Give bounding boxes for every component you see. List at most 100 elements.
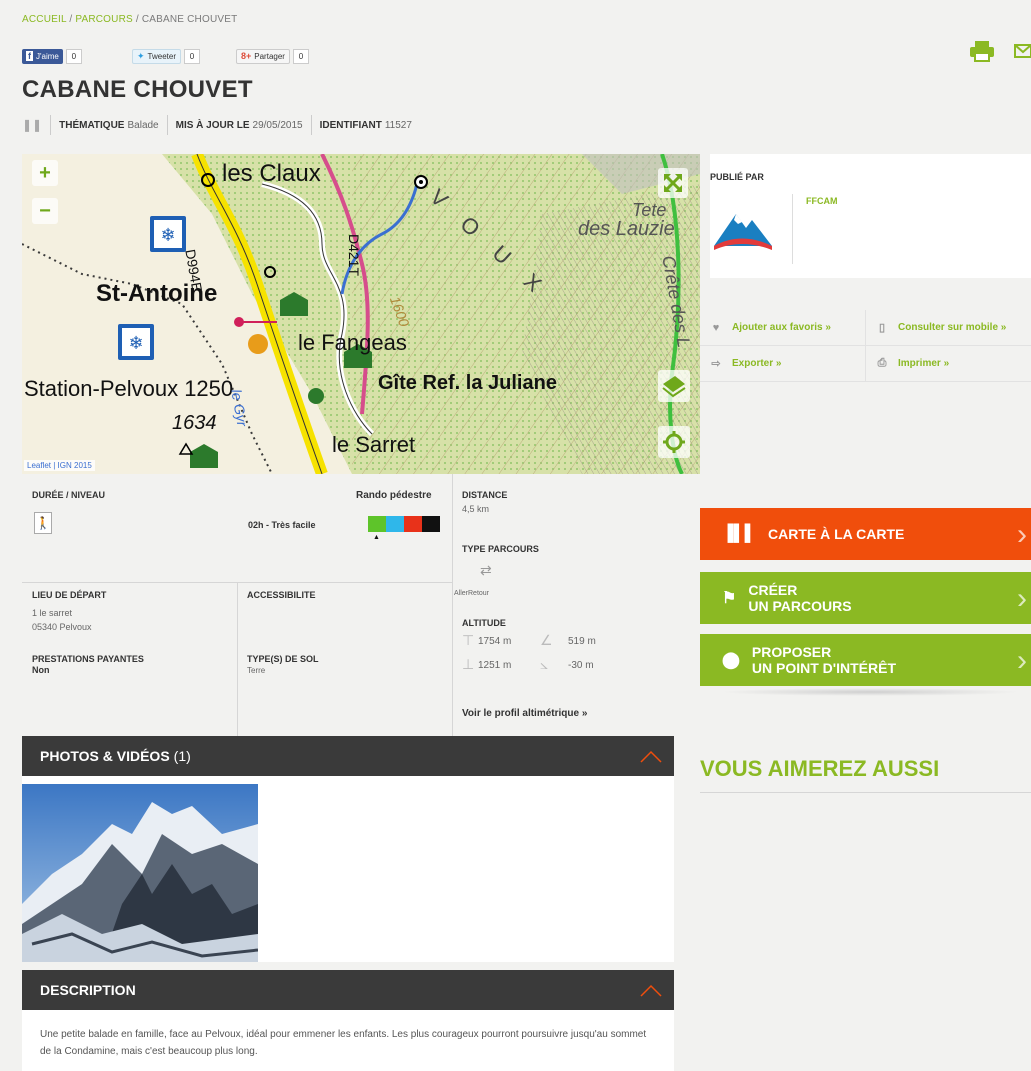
depart-label: LIEU DE DÉPART <box>32 590 107 600</box>
elevation-loss-value: -30 m <box>568 660 594 671</box>
facebook-like-count: 0 <box>65 48 82 64</box>
photos-title: PHOTOS & VIDÉOS <box>40 748 170 764</box>
create-route-button[interactable]: ⚑ CRÉER UN PARCOURS › <box>700 572 1031 624</box>
maj-value: 29/05/2015 <box>252 119 303 131</box>
add-favorite-button[interactable]: ♥ Ajouter aux favoris » <box>700 310 865 345</box>
zoom-out-button[interactable]: − <box>32 198 58 224</box>
map-label-les-claux: les Claux <box>222 160 321 187</box>
layers-icon[interactable] <box>658 370 690 402</box>
publisher-name[interactable]: FFCAM <box>806 196 838 206</box>
tweet-widget[interactable]: ✦ Tweeter 0 <box>132 48 201 64</box>
mountain-photo-thumbnail[interactable] <box>22 784 258 962</box>
collapse-caret-icon[interactable] <box>640 744 662 766</box>
map-label-d421t: D421T <box>346 234 362 277</box>
tweet-count: 0 <box>184 48 201 64</box>
mobile-icon: ▯ <box>878 322 886 334</box>
photos-section-header[interactable]: PHOTOS & VIDÉOS (1) <box>22 736 674 776</box>
facebook-like-button[interactable]: f J'aime <box>22 48 63 64</box>
thematique-label: THÉMATIQUE <box>59 119 125 131</box>
facebook-like-widget[interactable]: f J'aime 0 <box>22 48 82 64</box>
meta-row: ❚❚ THÉMATIQUE Balade MIS À JOUR LE 29/05… <box>22 115 412 135</box>
difficulty-scale <box>368 516 440 532</box>
activity-label: Rando pédestre <box>356 490 432 501</box>
altitude-max-icon: ⊤ <box>462 632 475 648</box>
description-text: Une petite balade en famille, face au Pe… <box>22 1010 674 1071</box>
mobile-view-button[interactable]: ▯ Consulter sur mobile » <box>865 310 1031 345</box>
map-attribution[interactable]: Leaflet | IGN 2015 <box>24 460 95 471</box>
breadcrumb-separator: / <box>69 14 73 25</box>
divider <box>166 115 168 135</box>
distance-value: 4,5 km <box>462 504 490 514</box>
description-section-header[interactable]: DESCRIPTION <box>22 970 674 1010</box>
ffcam-logo <box>712 206 774 252</box>
mail-icon[interactable] <box>1014 42 1031 60</box>
google-plus-label: Partager <box>254 51 285 61</box>
zoom-in-button[interactable]: + <box>32 160 58 186</box>
create-route-label-line2: UN PARCOURS <box>748 598 852 614</box>
printer-icon: ⎙ <box>877 357 887 369</box>
hiker-icon: 🚶 <box>34 512 52 534</box>
difficulty-level-very-easy <box>368 516 386 532</box>
route-map[interactable]: ❄ ❄ les Claux St-Antoine le Fangeas Stat… <box>22 154 700 474</box>
carte-a-la-carte-label: CARTE À LA CARTE <box>768 526 905 542</box>
maj-label: MIS À JOUR LE <box>175 119 250 131</box>
chevron-right-icon: › <box>1017 582 1027 615</box>
hiking-footprints-icon: ❚❚ <box>22 118 43 132</box>
breadcrumb-parcours-link[interactable]: PARCOURS <box>75 14 133 25</box>
divider <box>50 115 52 135</box>
distance-label: DISTANCE <box>462 490 508 500</box>
description-title: DESCRIPTION <box>40 982 136 998</box>
chevron-right-icon: › <box>1017 644 1027 677</box>
export-button[interactable]: ⇨ Exporter » <box>700 346 865 381</box>
breadcrumb-separator: / <box>135 14 139 25</box>
difficulty-level-hard <box>404 516 422 532</box>
collapse-caret-icon[interactable] <box>640 978 662 1000</box>
actions-panel: ♥ Ajouter aux favoris » ▯ Consulter sur … <box>700 310 1031 382</box>
export-label: Exporter » <box>732 358 782 369</box>
actions-row: ♥ Ajouter aux favoris » ▯ Consulter sur … <box>700 310 1031 346</box>
elevation-gain-value: 519 m <box>568 636 596 647</box>
print-button[interactable]: ⎙ Imprimer » <box>865 346 1031 381</box>
breadcrumb: ACCUEIL / PARCOURS / CABANE CHOUVET <box>22 14 237 25</box>
breadcrumb-home-link[interactable]: ACCUEIL <box>22 14 66 25</box>
propose-poi-label-line2: UN POINT D'INTÉRÊT <box>751 660 897 676</box>
duration-value: 02h - Très facile <box>248 520 316 530</box>
google-plus-share-button[interactable]: 8+ Partager <box>236 48 290 64</box>
prestations-label: PRESTATIONS PAYANTES <box>32 654 144 664</box>
type-parcours-label: TYPE PARCOURS <box>462 544 539 554</box>
map-label-le-sarret: le Sarret <box>332 432 416 457</box>
elevation-profile-link[interactable]: Voir le profil altimétrique » <box>462 708 587 719</box>
divider <box>310 115 312 135</box>
propose-poi-button[interactable]: ⬤ PROPOSER UN POINT D'INTÉRÊT › <box>700 634 1031 686</box>
propose-poi-label: PROPOSER UN POINT D'INTÉRÊT <box>752 644 896 676</box>
type-parcours-value: AllerRetour <box>454 590 490 597</box>
accessibility-label: ACCESSIBILITE <box>247 590 316 600</box>
heart-icon: ♥ <box>712 321 720 334</box>
topographic-map-layer: ❄ ❄ <box>22 154 700 474</box>
divider <box>700 792 1031 793</box>
carte-a-la-carte-button[interactable]: ▐▌▌ CARTE À LA CARTE › <box>700 508 1031 560</box>
altitude-label: ALTITUDE <box>462 618 506 628</box>
facebook-icon: f <box>26 51 33 61</box>
duree-label: DURÉE / NIVEAU <box>32 490 106 500</box>
map-label-gite: Gîte Ref. la Juliane <box>378 372 557 394</box>
google-plus-widget[interactable]: 8+ Partager 0 <box>236 48 309 64</box>
page-title: CABANE CHOUVET <box>22 76 253 103</box>
create-route-label: CRÉER UN PARCOURS <box>748 582 851 614</box>
google-plus-count: 0 <box>292 48 309 64</box>
altitude-max-value: 1754 m <box>478 636 512 647</box>
print-icon[interactable] <box>968 40 996 62</box>
divider <box>792 194 793 264</box>
divider <box>237 582 238 736</box>
elevation-loss-icon: ⦣ <box>540 656 549 672</box>
breadcrumb-current: CABANE CHOUVET <box>141 14 238 25</box>
twitter-bird-icon: ✦ <box>137 50 145 61</box>
difficulty-level-easy <box>386 516 404 532</box>
tweet-button[interactable]: ✦ Tweeter <box>132 48 182 64</box>
related-heading: VOUS AIMEREZ AUSSI <box>700 756 940 781</box>
actions-row: ⇨ Exporter » ⎙ Imprimer » <box>700 346 1031 382</box>
prestations-value: Non <box>32 665 50 675</box>
identifiant-value: 11527 <box>384 119 412 131</box>
locate-icon[interactable] <box>658 426 690 458</box>
fullscreen-icon[interactable] <box>658 168 688 198</box>
